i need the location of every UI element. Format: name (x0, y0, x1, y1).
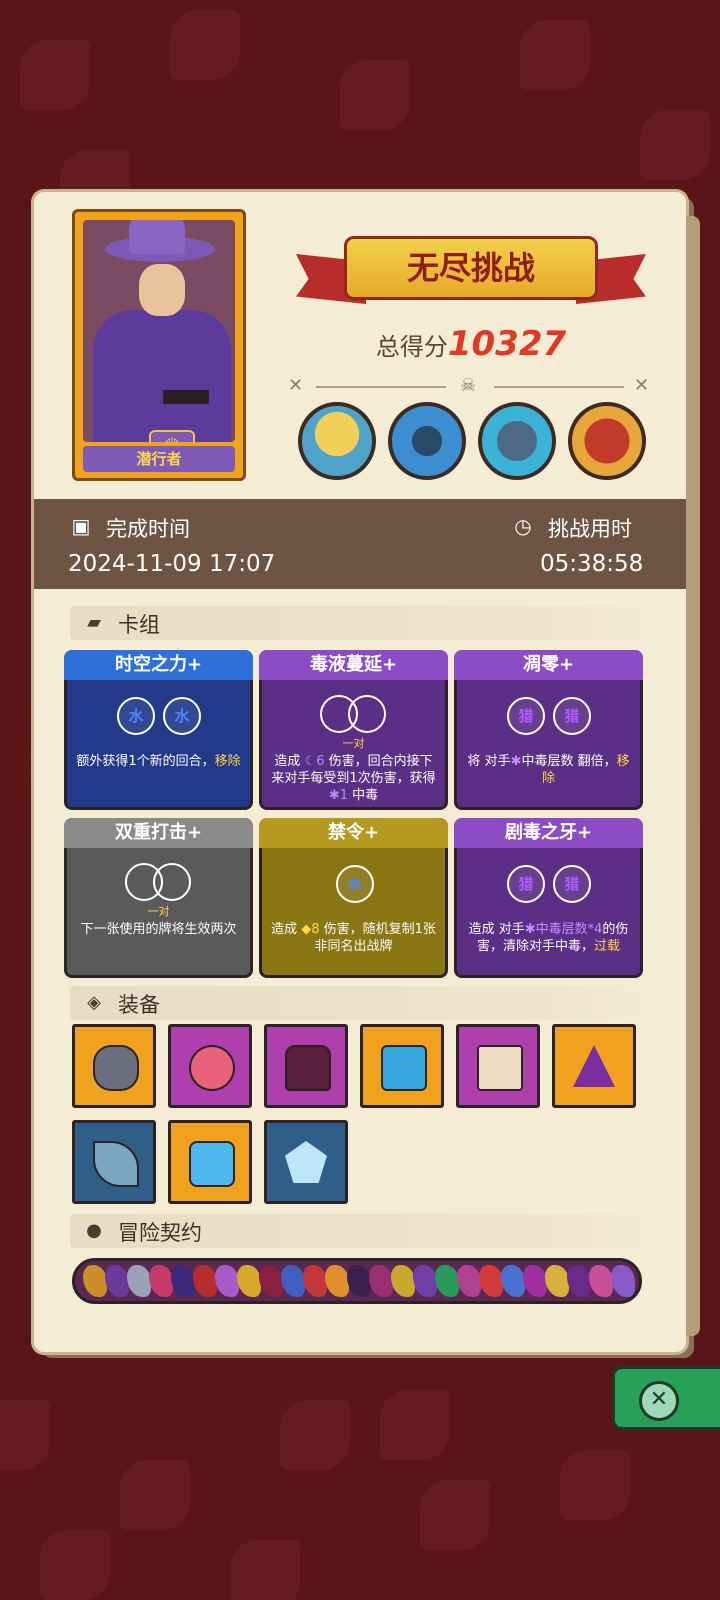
score-row: 总得分10327 (296, 324, 646, 364)
duration-label: 挑战用时 (548, 517, 632, 541)
deck-card[interactable]: 剧毒之牙+ 猎 猎 造成 对手✱中毒层数*4的伤害，清除对手中毒，过载 (454, 818, 643, 978)
equipment-slot[interactable] (264, 1024, 348, 1108)
finish-time-value: 2024-11-09 17:07 (68, 551, 276, 577)
card-title: 凋零+ (454, 650, 643, 680)
crown-icon: ♛ (149, 430, 195, 442)
panel-edge (686, 216, 700, 1336)
blue-amulet-icon (381, 1045, 427, 1091)
contracts-title: 冒险契约 (118, 1221, 202, 1245)
scythe-blade-icon (93, 1141, 139, 1187)
equipment-slot[interactable] (168, 1120, 252, 1204)
empty-slot-icon (153, 863, 191, 901)
card-description: 造成 ◆8 伤害，随机复制1张非同名出战牌 (271, 922, 436, 954)
cube-icon: ◈ (87, 992, 101, 1013)
card-description: 造成 对手✱中毒层数*4的伤害，清除对手中毒，过载 (468, 922, 629, 954)
moon-stone-icon (93, 1045, 139, 1091)
hunt-rune-icon: 猎 (507, 865, 545, 903)
magic-scroll-icon (477, 1045, 523, 1091)
equipment-slot[interactable] (168, 1024, 252, 1108)
equipment-slot[interactable] (360, 1024, 444, 1108)
defeated-bosses (296, 402, 656, 482)
skull-icon: ☠ (460, 375, 477, 396)
card-description: 额外获得1个新的回合，移除 (76, 754, 241, 769)
divider-line-left (316, 386, 446, 388)
hero-cloak (93, 310, 231, 442)
equipment-title: 装备 (118, 993, 160, 1017)
film-icon: ▣ (71, 514, 91, 538)
close-icon: ✕ (639, 1381, 679, 1421)
deck-card[interactable]: 双重打击+ 一对 下一张使用的牌将生效两次 (64, 818, 253, 978)
equipment-slot[interactable] (264, 1120, 348, 1204)
score-value: 10327 (447, 324, 567, 364)
mode-banner: 无尽挑战 (296, 224, 646, 312)
hero-hat-top (129, 220, 185, 254)
card-title: 时空之力+ (64, 650, 253, 680)
mode-title: 无尽挑战 (406, 249, 535, 287)
water-rune-icon: 水 (336, 865, 374, 903)
hero-name: 潜行者 (83, 446, 235, 472)
deck-section-header: ▰ 卡组 (70, 606, 666, 640)
equipment-slot[interactable] (72, 1120, 156, 1204)
equipment-slot[interactable] (72, 1024, 156, 1108)
scarecrow-boss-icon (298, 402, 376, 480)
hero-face (139, 264, 185, 316)
spider-boss-icon (388, 402, 466, 480)
hunt-rune-icon: 猎 (553, 865, 591, 903)
knight-boss-icon (478, 402, 556, 480)
cards-icon: ▰ (87, 612, 101, 633)
hunt-rune-icon: 猎 (507, 697, 545, 735)
close-button[interactable]: ✕ (612, 1366, 720, 1430)
hero-portrait: ♛ (83, 220, 235, 442)
hunt-rune-icon: 猎 (553, 697, 591, 735)
deck-card[interactable]: 禁令+ 水 造成 ◆8 伤害，随机复制1张非同名出战牌 (259, 818, 448, 978)
score-label: 总得分 (375, 333, 448, 361)
spotted-gem-icon (189, 1045, 235, 1091)
equipment-slot[interactable] (552, 1024, 636, 1108)
result-panel: ♛ 潜行者 无尽挑战 总得分10327 ✕ ☠ ✕ ▣ 完成时间 2024-11… (34, 192, 700, 1352)
deck-card[interactable]: 毒液蔓延+ 一对 造成 ☾6 伤害，回合内接下来对手每受到1次伤害，获得 ✱1 … (259, 650, 448, 810)
time-info-bar: ▣ 完成时间 2024-11-09 17:07 ◷ 挑战用时 05:38:58 (34, 499, 686, 589)
adventure-contracts-strip[interactable] (72, 1258, 642, 1304)
person-icon: ● (86, 1220, 102, 1241)
hero-portrait-card: ♛ 潜行者 (72, 209, 246, 481)
contracts-section-header: ● 冒险契约 (70, 1214, 666, 1248)
empty-slot-icon (348, 695, 386, 733)
water-rune-icon: 水 (117, 697, 155, 735)
card-description: 将 对手✱中毒层数 翻倍，移除 (467, 754, 630, 786)
card-description: 下一张使用的牌将生效两次 (80, 922, 237, 937)
demon-boss-icon (568, 402, 646, 480)
purple-armor-icon (285, 1045, 331, 1091)
duration-value: 05:38:58 (540, 551, 644, 577)
card-title: 剧毒之牙+ (454, 818, 643, 848)
equipment-slot[interactable] (456, 1024, 540, 1108)
card-title: 禁令+ (259, 818, 448, 848)
deck-title: 卡组 (118, 613, 160, 637)
ice-dice-icon (189, 1141, 235, 1187)
deck-card[interactable]: 凋零+ 猎 猎 将 对手✱中毒层数 翻倍，移除 (454, 650, 643, 810)
card-description: 造成 ☾6 伤害，回合内接下来对手每受到1次伤害，获得 ✱1 中毒 (271, 754, 436, 803)
stopwatch-icon: ◷ (514, 514, 532, 538)
card-title: 双重打击+ (64, 818, 253, 848)
crystal-shard-icon (285, 1141, 327, 1183)
deck-card[interactable]: 时空之力+ 水 水 额外获得1个新的回合，移除 (64, 650, 253, 810)
finish-time-label: 完成时间 (106, 517, 190, 541)
card-title: 毒液蔓延+ (259, 650, 448, 680)
crossed-swords-icon: ✕ (288, 375, 304, 396)
pair-label: 一对 (147, 905, 170, 918)
eye-potion-icon (573, 1045, 615, 1087)
equipment-section-header: ◈ 装备 (70, 986, 666, 1020)
boss-divider: ✕ ☠ ✕ (288, 375, 654, 399)
hero-belt (163, 390, 209, 404)
pair-label: 一对 (342, 737, 365, 750)
water-rune-icon: 水 (163, 697, 201, 735)
divider-line-right (494, 386, 624, 388)
crossed-swords-icon: ✕ (634, 375, 650, 396)
